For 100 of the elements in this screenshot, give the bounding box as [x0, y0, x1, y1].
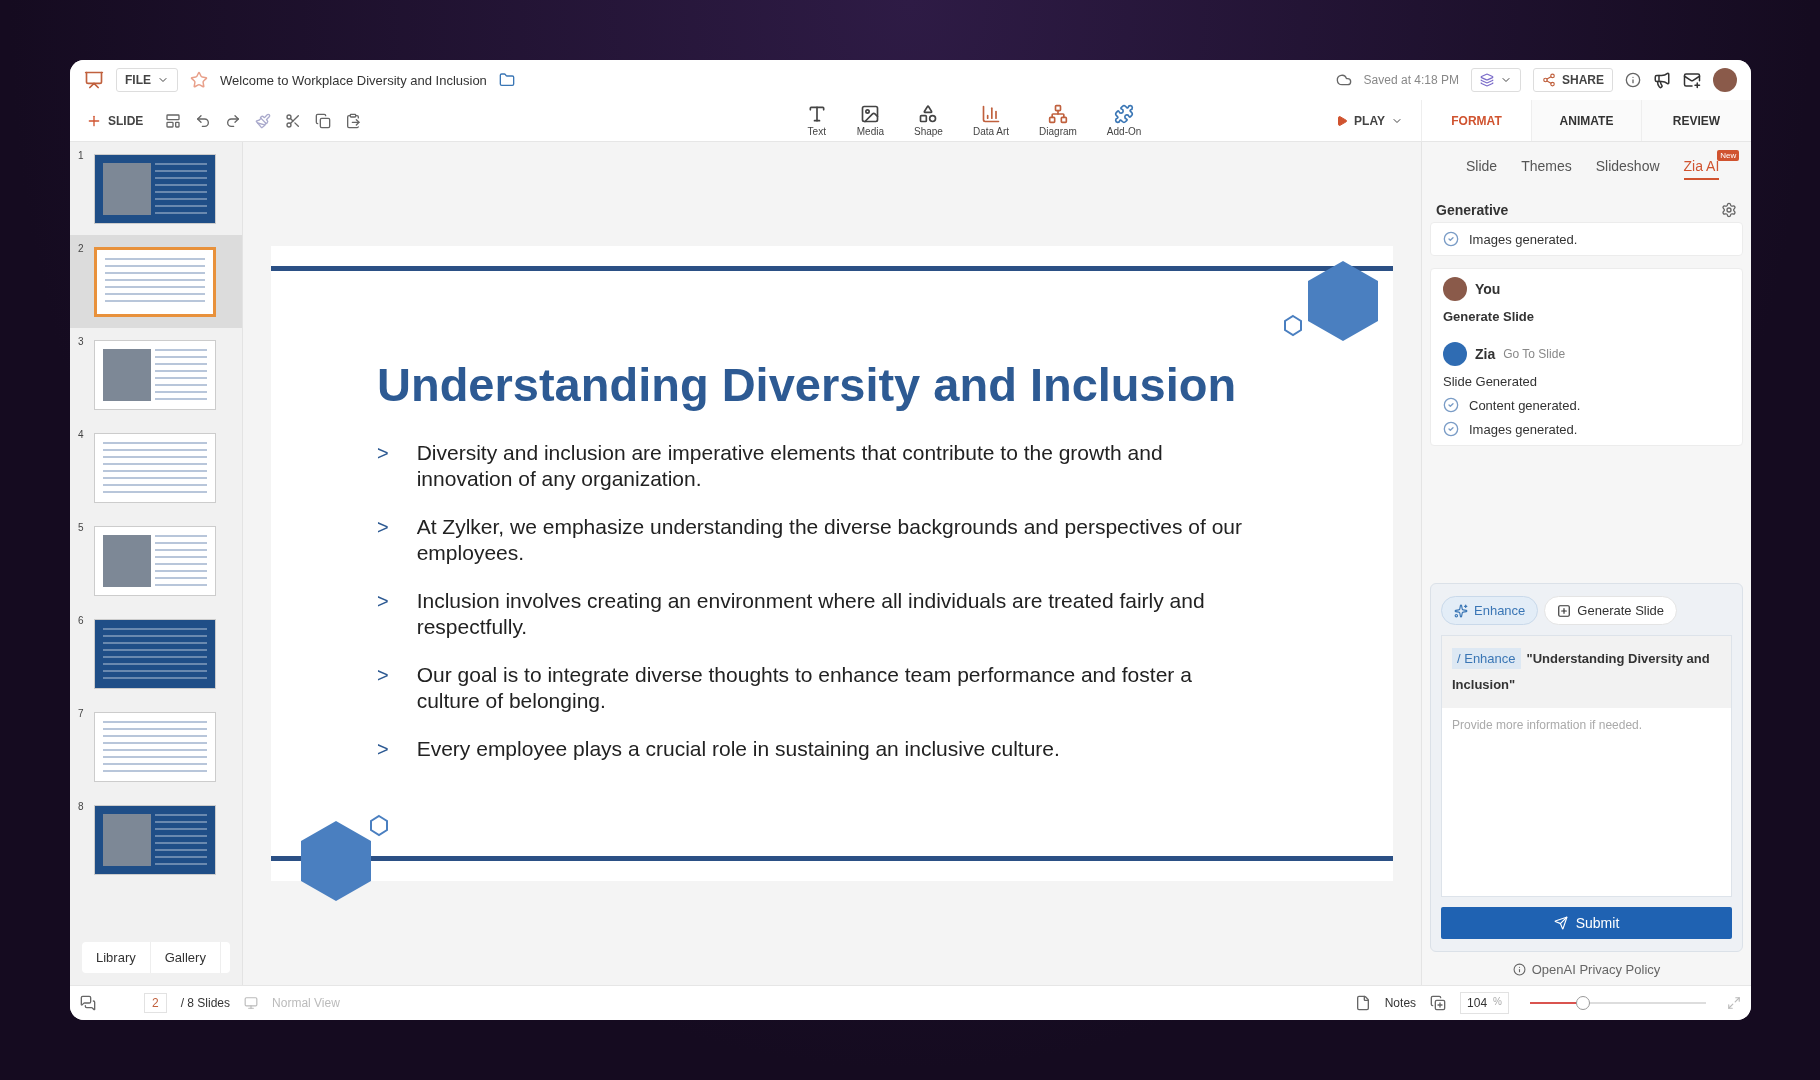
cloud-icon — [1335, 72, 1352, 88]
insert-tool[interactable]: Add-On — [1106, 104, 1142, 137]
slide-thumbnail[interactable] — [94, 525, 216, 596]
user-avatar[interactable] — [1713, 68, 1737, 92]
layers-menu[interactable] — [1471, 68, 1521, 92]
save-status: Saved at 4:18 PM — [1363, 73, 1459, 87]
bullet-text: Our goal is to integrate diverse thoughts to enhance team performance and foster a culture of belonging. — [416, 662, 1193, 714]
zoom-value: 104 — [1467, 996, 1488, 1010]
current-slide-field[interactable]: 2 — [144, 993, 167, 1013]
slide-thumbnail[interactable] — [94, 432, 216, 503]
info-icon — [1512, 963, 1526, 976]
play-icon — [1336, 114, 1349, 127]
sparkle-icon — [1454, 603, 1468, 618]
sub-tab[interactable]: Slide — [1466, 158, 1498, 180]
sub-tab[interactable]: Slideshow — [1595, 158, 1660, 180]
star-icon[interactable] — [190, 71, 208, 89]
slide-thumbnail[interactable] — [94, 246, 216, 317]
bar-chart-icon — [981, 104, 1001, 124]
slide-thumbnail-row[interactable]: 8 — [70, 793, 242, 886]
puzzle-icon — [1114, 104, 1135, 124]
diagram-icon — [1047, 104, 1068, 124]
slide-thumbnail[interactable] — [94, 804, 216, 875]
chat-icon[interactable] — [80, 995, 96, 1011]
file-menu[interactable]: FILE — [116, 68, 178, 92]
bullet-marker: > — [377, 515, 389, 540]
slide-number: 4 — [78, 429, 85, 440]
request-text: Generate Slide — [1443, 309, 1536, 324]
zoom-thumb[interactable] — [1575, 996, 1590, 1010]
undo-icon[interactable] — [195, 112, 212, 129]
bullet-marker: > — [377, 589, 389, 614]
slide-thumbnail-row[interactable]: 6 — [70, 607, 242, 700]
zoom-unit: % — [1493, 996, 1502, 1009]
slide-number: 8 — [78, 801, 85, 812]
insert-tool[interactable]: Diagram — [1039, 104, 1077, 137]
result-text: Slide Generated — [1443, 374, 1538, 389]
bullet-marker: > — [377, 441, 389, 466]
step-text: Images generated. — [1469, 231, 1578, 247]
insert-tool[interactable]: Shape — [914, 104, 943, 137]
insert-tool[interactable]: Data Art — [972, 104, 1010, 137]
bullet-text: At Zylker, we emphasize understanding the diverse backgrounds and perspectives of our employees. — [416, 514, 1243, 566]
photo-placeholder — [103, 162, 151, 215]
new-badge: New — [1717, 150, 1740, 161]
prompt-field[interactable]: / Enhance "Understanding Diversity and Inclusion" Provide more information if needed. — [1441, 635, 1732, 897]
slide-thumbnail[interactable] — [94, 153, 216, 224]
slide-number: 6 — [78, 615, 85, 626]
panel-tab[interactable]: REVIEW — [1641, 100, 1751, 141]
assistant-name: Zia — [1475, 346, 1496, 362]
slide-count: / 8 Slides — [180, 996, 231, 1010]
slide-number: 2 — [78, 243, 85, 254]
privacy-policy-link[interactable]: OpenAI Privacy Policy — [1512, 962, 1661, 977]
user-avatar — [1443, 277, 1467, 301]
duplicate-icon[interactable] — [1430, 995, 1447, 1011]
redo-icon[interactable] — [225, 112, 242, 129]
panel-tab[interactable]: ANIMATE — [1531, 100, 1641, 141]
assistant-avatar — [1443, 342, 1467, 366]
info-icon[interactable] — [1625, 72, 1641, 88]
insert-tool[interactable]: Media — [856, 104, 884, 137]
mail-icon[interactable] — [1683, 71, 1701, 89]
slide-thumbnail-row[interactable]: 7 — [70, 700, 242, 793]
user-name: You — [1475, 281, 1501, 297]
megaphone-icon[interactable] — [1653, 71, 1671, 89]
layout-icon[interactable] — [165, 112, 182, 129]
bullet-text: Diversity and inclusion are imperative elements that contribute to the growth and innovation of any organization. — [416, 440, 1164, 492]
slide-title: Understanding Diversity and Inclusion — [377, 357, 1238, 412]
action-chip[interactable]: Enhance — [1441, 596, 1539, 625]
copy-icon[interactable] — [315, 112, 332, 129]
slide-thumbnail-row[interactable]: 2 — [70, 235, 242, 328]
cut-icon[interactable] — [285, 112, 302, 129]
step-text: Content generated. — [1469, 397, 1581, 413]
view-icon — [244, 996, 259, 1010]
folder-icon[interactable] — [498, 72, 515, 88]
paste-icon[interactable] — [345, 112, 362, 129]
bullet-marker: > — [377, 737, 389, 762]
slide-thumbnail[interactable] — [94, 339, 216, 410]
submit-button[interactable]: Submit — [1441, 907, 1732, 939]
notes-button[interactable]: Notes — [1384, 996, 1417, 1010]
add-slide-icon — [1557, 603, 1572, 618]
insert-tool[interactable]: Text — [806, 104, 827, 137]
slide-thumbnail-row[interactable]: 3 — [70, 328, 242, 421]
slide-number: 7 — [78, 708, 85, 719]
slide-thumbnail[interactable] — [94, 711, 216, 782]
layers-icon — [1480, 73, 1494, 87]
slide-number: 5 — [78, 522, 85, 533]
shapes-icon — [918, 104, 939, 124]
share-button[interactable]: SHARE — [1533, 68, 1613, 92]
slide-thumbnail-row[interactable]: 1 — [70, 142, 242, 235]
action-chip[interactable]: Generate Slide — [1544, 596, 1678, 625]
check-icon — [1443, 397, 1459, 413]
prompt-text: / Enhance "Understanding Diversity and Inclusion" — [1442, 636, 1731, 708]
settings-icon[interactable] — [1721, 202, 1737, 218]
go-to-slide-link[interactable]: Go To Slide — [1503, 347, 1566, 361]
library-tab[interactable]: Library — [82, 942, 151, 973]
slide-thumbnail-row[interactable]: 4 — [70, 421, 242, 514]
app-logo-icon[interactable] — [84, 70, 104, 90]
slide-thumbnail-row[interactable]: 5 — [70, 514, 242, 607]
sub-tab[interactable]: Themes — [1521, 158, 1572, 180]
bullet-text: Every employee plays a crucial role in sustaining an inclusive culture. — [416, 736, 1060, 762]
zoom-field[interactable]: 104 % — [1460, 992, 1509, 1014]
library-tab[interactable]: Gallery — [150, 942, 221, 973]
slide-thumbnail[interactable] — [94, 618, 216, 689]
